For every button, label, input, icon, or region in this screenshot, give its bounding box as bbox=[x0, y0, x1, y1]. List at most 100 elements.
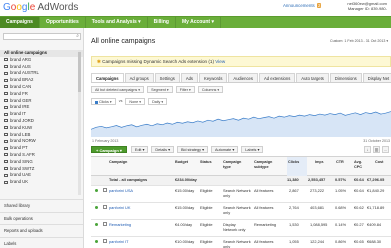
cell-campaign[interactable]: panforini USA bbox=[109, 188, 133, 194]
campaign-state-dropdown[interactable]: All but deleted campaigns ▾ bbox=[91, 86, 145, 93]
row-checkbox[interactable] bbox=[103, 205, 107, 209]
sidebar-item[interactable]: brand SING bbox=[0, 159, 83, 166]
tab-my-account[interactable]: My Account ▾ bbox=[176, 17, 221, 28]
col-clicks[interactable]: Clicks bbox=[287, 157, 307, 176]
table-row[interactable]: panforini USA €15.00/day Eligible Search… bbox=[91, 186, 391, 203]
cell-campaign[interactable]: panforini IT bbox=[109, 239, 128, 245]
scrollbar-thumb[interactable] bbox=[78, 52, 81, 92]
sidebar-item[interactable]: brand FR bbox=[0, 91, 83, 98]
sidebar-item[interactable]: brand UK bbox=[0, 179, 83, 186]
sidebar-item[interactable]: brand SWTZ bbox=[0, 166, 83, 173]
sidebar-link-bulk-operations[interactable]: Bulk operations bbox=[0, 211, 83, 225]
edit-button[interactable]: Edit ▾ bbox=[130, 146, 149, 153]
bid-strategy-button[interactable]: Bid strategy ▾ bbox=[177, 146, 209, 153]
sidebar-item[interactable]: brand LEB bbox=[0, 132, 83, 139]
sidebar-link-shared-library[interactable]: Shared library bbox=[0, 199, 83, 212]
table-row[interactable]: Remarketing €4.00/day Eligible Display N… bbox=[91, 220, 391, 237]
add-campaign-button[interactable]: + Campaign ▾ bbox=[91, 146, 127, 153]
subtab-keywords[interactable]: Keywords bbox=[199, 73, 228, 82]
subtab-display-network[interactable]: Display Net bbox=[362, 73, 391, 82]
sidebar-item[interactable]: brand JORD bbox=[0, 118, 83, 125]
sidebar-item[interactable]: brand S.AFR bbox=[0, 152, 83, 159]
tab-opportunities[interactable]: Opportunities bbox=[40, 17, 86, 28]
col-budget[interactable]: Budget bbox=[175, 160, 188, 165]
sidebar-item[interactable]: brand KUW bbox=[0, 125, 83, 132]
status-dot-icon[interactable] bbox=[95, 189, 98, 192]
subtab-ad-groups[interactable]: Ad groups bbox=[124, 73, 154, 82]
account-info[interactable]: net360ew@gmail.com Manager ID: 839-980- bbox=[347, 1, 387, 11]
cell-cost: €688.30 bbox=[367, 239, 382, 244]
segment-dropdown[interactable]: Segment ▾ bbox=[147, 86, 173, 93]
adwords-logo[interactable]: Google AdWords bbox=[3, 2, 78, 14]
cell-budget[interactable]: €15.00/day bbox=[175, 205, 194, 211]
row-checkbox[interactable] bbox=[103, 188, 107, 192]
labels-button[interactable]: Labels ▾ bbox=[241, 146, 264, 153]
status-dot-icon[interactable] bbox=[95, 223, 98, 226]
cell-ctr: 0.68% bbox=[335, 205, 347, 210]
sidebar-item[interactable]: brand IT bbox=[0, 111, 83, 118]
announcements-link[interactable]: Announcements 2 bbox=[283, 3, 322, 8]
sidebar-item[interactable]: brand BRA2 bbox=[0, 77, 83, 84]
sidebar-item[interactable]: brand GER bbox=[0, 98, 83, 105]
date-range-picker[interactable]: Custom: 1 Feb 2013 - 31 Oct 2013 ▾ bbox=[330, 37, 391, 45]
subtab-dimensions[interactable]: Dimensions bbox=[329, 73, 362, 82]
sidebar-item[interactable]: brand PT bbox=[0, 145, 83, 152]
sidebar-item[interactable]: brand ARG bbox=[0, 57, 83, 64]
granularity-dropdown[interactable]: Daily ▾ bbox=[148, 98, 168, 105]
campaign-icon bbox=[4, 139, 8, 143]
search-icon[interactable]: ⌕ bbox=[76, 33, 79, 39]
sidebar-scrollbar[interactable] bbox=[78, 50, 81, 195]
sidebar-item[interactable]: brand UAE bbox=[0, 172, 83, 179]
col-ctr[interactable]: CTR bbox=[336, 160, 344, 165]
col-campaign[interactable]: Campaign bbox=[109, 160, 127, 165]
sidebar-link-reports-and-uploads[interactable]: Reports and uploads bbox=[0, 224, 83, 237]
table-row[interactable]: panforini UK €15.00/day Eligible Search … bbox=[91, 203, 391, 220]
sidebar-item[interactable]: brand AUSTRL bbox=[0, 70, 83, 77]
row-checkbox[interactable] bbox=[103, 239, 107, 243]
filter-dropdown[interactable]: Filter ▾ bbox=[175, 86, 195, 93]
automate-button[interactable]: Automate ▾ bbox=[211, 146, 239, 153]
table-row[interactable]: panforini IT €10.00/day Eligible Search … bbox=[91, 237, 391, 248]
sidebar-item[interactable]: brand IRE bbox=[0, 104, 83, 111]
subtab-audiences[interactable]: Audiences bbox=[228, 73, 258, 82]
status-dot-icon[interactable] bbox=[95, 240, 98, 243]
more-icon[interactable]: … bbox=[382, 146, 389, 153]
col-campaign-subtype[interactable]: Campaign subtype bbox=[254, 160, 280, 169]
subtab-ads[interactable]: Ads bbox=[180, 73, 199, 82]
subtab-auto-targets[interactable]: Auto targets bbox=[296, 73, 329, 82]
col-cost[interactable]: Cost bbox=[375, 160, 383, 165]
cell-budget[interactable]: €10.00/day bbox=[175, 239, 194, 245]
col-status[interactable]: Status bbox=[200, 160, 212, 165]
x-tick-start: 1 February 2013 bbox=[92, 139, 118, 143]
details-button[interactable]: Details ▾ bbox=[151, 146, 174, 153]
sidebar-item[interactable]: brand CAN bbox=[0, 84, 83, 91]
columns-dropdown[interactable]: Columns ▾ bbox=[197, 86, 224, 93]
cell-campaign[interactable]: panforini UK bbox=[109, 205, 130, 211]
tab-billing[interactable]: Billing bbox=[148, 17, 176, 28]
cell-budget[interactable]: €15.00/day bbox=[175, 188, 194, 194]
sidebar-item[interactable]: brand AUS bbox=[0, 64, 83, 71]
cell-ctr: 0.57% bbox=[335, 177, 347, 182]
subtab-campaigns[interactable]: Campaigns bbox=[91, 73, 124, 82]
metric-b-dropdown[interactable]: None ▾ bbox=[125, 98, 146, 105]
cell-campaign[interactable]: Remarketing bbox=[109, 222, 131, 228]
row-checkbox[interactable] bbox=[103, 222, 107, 226]
sidebar-item[interactable]: brand NORW bbox=[0, 138, 83, 145]
status-dot-icon[interactable] bbox=[95, 206, 98, 209]
sidebar-item-all-campaigns[interactable]: All online campaigns bbox=[0, 50, 83, 57]
subtab-settings[interactable]: Settings bbox=[154, 73, 180, 82]
col-impr[interactable]: Impr. bbox=[315, 160, 324, 165]
subtab-ad-extensions[interactable]: Ad extensions bbox=[258, 73, 296, 82]
metric-a-dropdown[interactable]: Clicks ▾ bbox=[91, 98, 116, 105]
alert-view-link[interactable]: View bbox=[215, 59, 225, 64]
col-avg-cpc[interactable]: Avg. CPC bbox=[354, 160, 368, 169]
download-icon[interactable]: ↓ bbox=[364, 146, 371, 153]
chart-icon[interactable]: ▥ bbox=[373, 146, 380, 153]
tab-tools-and-analysis[interactable]: Tools and Analysis ▾ bbox=[86, 17, 148, 28]
tab-campaigns[interactable]: Campaigns bbox=[0, 17, 40, 28]
sidebar-link-labels[interactable]: Labels bbox=[0, 236, 83, 248]
cell-budget[interactable]: €4.00/day bbox=[175, 222, 192, 228]
col-campaign-type[interactable]: Campaign type bbox=[223, 160, 247, 169]
cell-cost: €409.84 bbox=[367, 222, 382, 227]
sidebar-search-input[interactable]: ⌕ bbox=[3, 33, 81, 40]
